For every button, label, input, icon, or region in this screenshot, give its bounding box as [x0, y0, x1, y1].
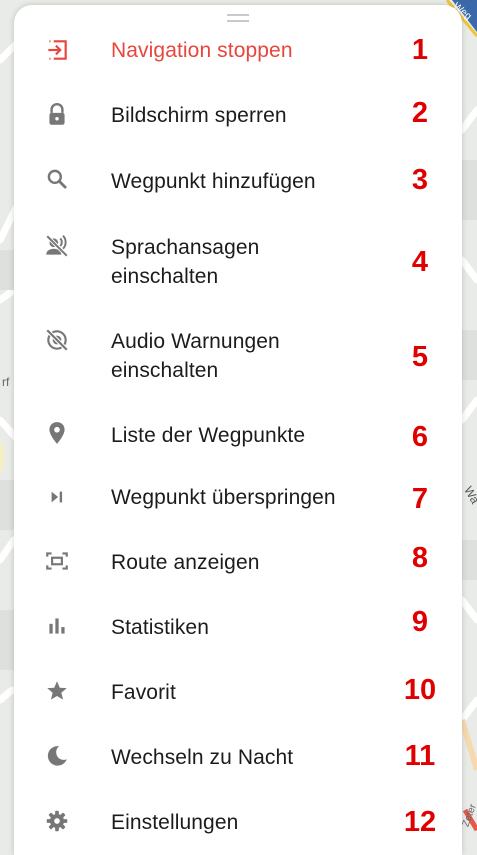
annotation-number: 4 [411, 246, 429, 278]
annotation-number: 10 [403, 674, 437, 706]
location-pin-icon [44, 420, 70, 446]
exit-navigation-icon [44, 37, 70, 63]
menu-item-label: Bildschirm sperren [111, 104, 287, 127]
annotation-number: 5 [411, 341, 429, 373]
search-icon [44, 166, 70, 192]
voice-off-icon [44, 233, 70, 259]
annotation-number: 11 [404, 740, 436, 772]
menu-item-label: Route anzeigen [111, 551, 260, 574]
annotation-number: 7 [411, 483, 429, 515]
annotation-number: 8 [411, 542, 429, 574]
menu-item-label: Favorit [111, 681, 176, 704]
annotation-number: 9 [411, 606, 429, 638]
drag-handle[interactable] [227, 14, 249, 22]
annotation-number: 6 [411, 421, 429, 453]
menu-item-label: Statistiken [111, 616, 209, 639]
menu-item-label: Wegpunkt hinzufügen [111, 170, 316, 193]
menu-item-label: Liste der Wegpunkte [111, 424, 306, 447]
menu-item-label: Sprachansagen einschalten [111, 236, 260, 288]
menu-item-label: Navigation stoppen [111, 39, 293, 62]
moon-icon [44, 743, 70, 769]
annotation-number: 12 [403, 806, 437, 838]
gear-icon [44, 808, 70, 834]
speedcam-off-icon [44, 327, 70, 353]
menu-item-label: Wechseln zu Nacht [111, 746, 294, 769]
star-icon [44, 678, 70, 704]
annotation-number: 3 [411, 164, 429, 196]
bar-chart-icon [44, 613, 70, 639]
skip-next-icon [44, 484, 70, 510]
fit-route-icon [44, 548, 70, 574]
menu-item-label: Einstellungen [111, 811, 239, 834]
annotation-number: 2 [411, 97, 429, 129]
annotation-number: 1 [411, 34, 429, 66]
menu-item-label: Audio Warnungen einschalten [111, 330, 280, 382]
map-label: rf [2, 375, 10, 389]
menu-item-label: Wegpunkt überspringen [111, 486, 336, 509]
lock-icon [44, 102, 70, 128]
